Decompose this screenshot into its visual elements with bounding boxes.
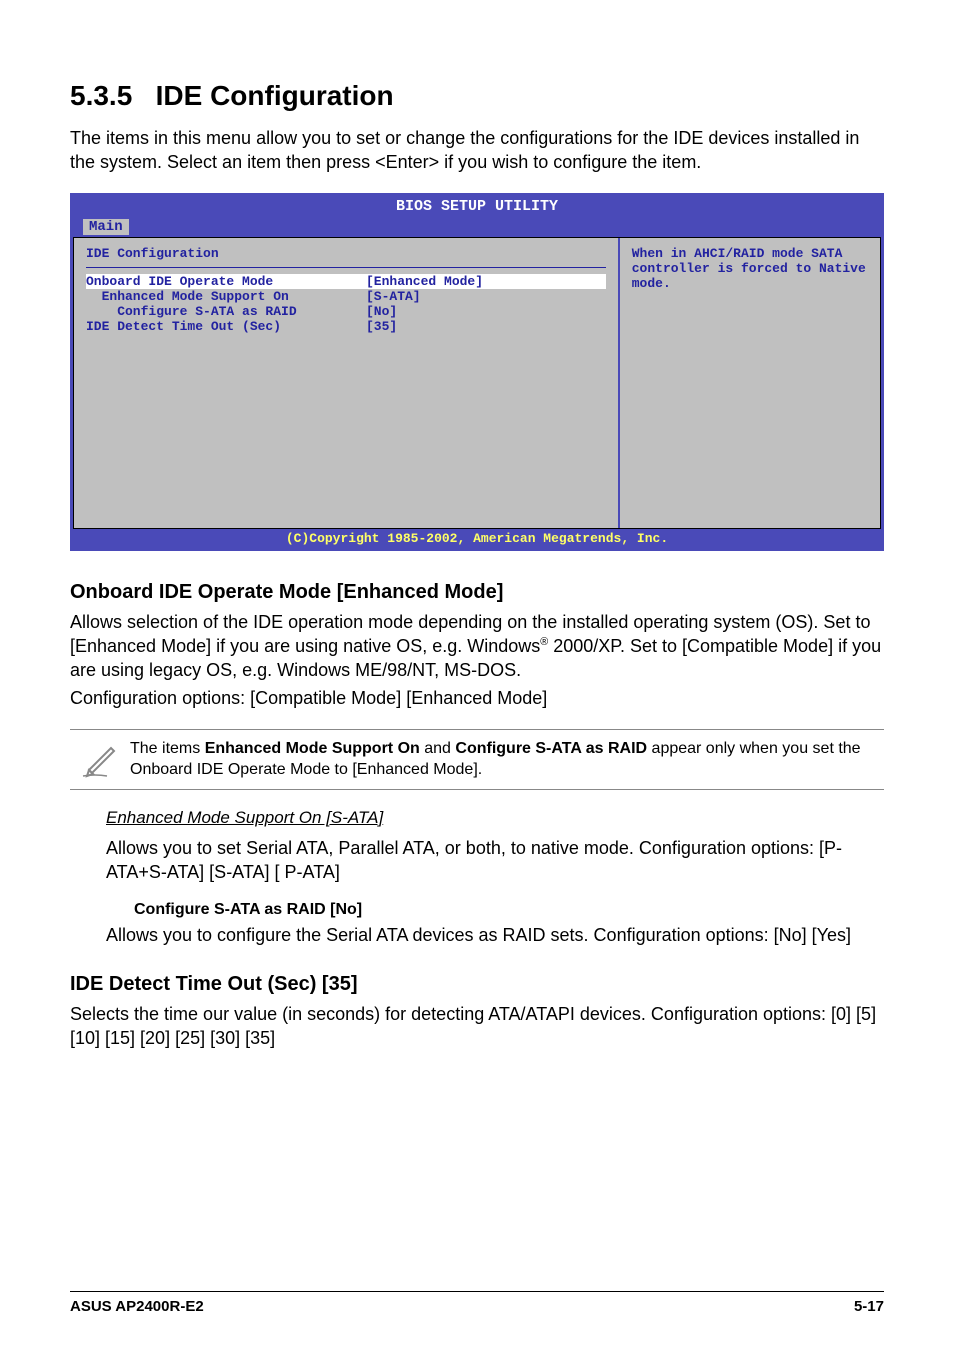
bios-option-label: IDE Detect Time Out (Sec) bbox=[86, 319, 366, 334]
note-text: The items Enhanced Mode Support On and C… bbox=[130, 738, 884, 781]
bios-help-panel: When in AHCI/RAID mode SATA controller i… bbox=[620, 238, 880, 528]
note-b2: Configure S-ATA as RAID bbox=[455, 740, 647, 757]
footer-product: ASUS AP2400R-E2 bbox=[70, 1298, 204, 1315]
ide-detect-heading: IDE Detect Time Out (Sec) [35] bbox=[70, 973, 884, 996]
bios-option-value: [Enhanced Mode] bbox=[366, 274, 483, 289]
section-intro: The items in this menu allow you to set … bbox=[70, 126, 884, 175]
enhanced-body: Allows you to set Serial ATA, Parallel A… bbox=[106, 836, 884, 885]
bios-panel-heading: IDE Configuration bbox=[86, 246, 606, 261]
section-title: 5.3.5 IDE Configuration bbox=[70, 80, 884, 112]
enhanced-heading: Enhanced Mode Support On [S-ATA] bbox=[106, 808, 884, 828]
section-name: IDE Configuration bbox=[156, 80, 394, 111]
bios-copyright: (C)Copyright 1985-2002, American Megatre… bbox=[73, 529, 881, 548]
bios-config-panel: IDE Configuration Onboard IDE Operate Mo… bbox=[74, 238, 620, 528]
footer-page: 5-17 bbox=[854, 1298, 884, 1315]
onboard-heading: Onboard IDE Operate Mode [Enhanced Mode] bbox=[70, 581, 884, 604]
configure-body: Allows you to configure the Serial ATA d… bbox=[106, 923, 884, 947]
bios-option-label: Onboard IDE Operate Mode bbox=[86, 274, 366, 289]
bios-option-row: Onboard IDE Operate Mode[Enhanced Mode] bbox=[86, 274, 606, 289]
bios-option-value: [S-ATA] bbox=[366, 289, 421, 304]
bios-option-value: [No] bbox=[366, 304, 397, 319]
bios-option-row: IDE Detect Time Out (Sec)[35] bbox=[86, 319, 606, 334]
note-box: The items Enhanced Mode Support On and C… bbox=[70, 729, 884, 790]
bios-screenshot: BIOS SETUP UTILITY Main IDE Configuratio… bbox=[70, 193, 884, 551]
bios-tab-main: Main bbox=[83, 219, 129, 235]
note-icon bbox=[70, 738, 130, 778]
page-footer: ASUS AP2400R-E2 5-17 bbox=[70, 1291, 884, 1315]
bios-divider bbox=[86, 267, 606, 268]
bios-tab-row: Main bbox=[73, 217, 881, 237]
bios-option-row: Configure S-ATA as RAID[No] bbox=[86, 304, 606, 319]
bios-option-row: Enhanced Mode Support On[S-ATA] bbox=[86, 289, 606, 304]
ide-detect-body: Selects the time our value (in seconds) … bbox=[70, 1002, 884, 1051]
note-t2: and bbox=[420, 740, 456, 757]
onboard-body: Allows selection of the IDE operation mo… bbox=[70, 610, 884, 683]
bios-option-label: Enhanced Mode Support On bbox=[86, 289, 366, 304]
configure-heading: Configure S-ATA as RAID [No] bbox=[134, 901, 884, 919]
bios-title-bar: BIOS SETUP UTILITY bbox=[73, 196, 881, 217]
onboard-options: Configuration options: [Compatible Mode]… bbox=[70, 686, 884, 710]
note-b1: Enhanced Mode Support On bbox=[205, 740, 420, 757]
bios-option-value: [35] bbox=[366, 319, 397, 334]
note-t1: The items bbox=[130, 740, 205, 757]
bios-option-label: Configure S-ATA as RAID bbox=[86, 304, 366, 319]
section-number: 5.3.5 bbox=[70, 80, 132, 111]
